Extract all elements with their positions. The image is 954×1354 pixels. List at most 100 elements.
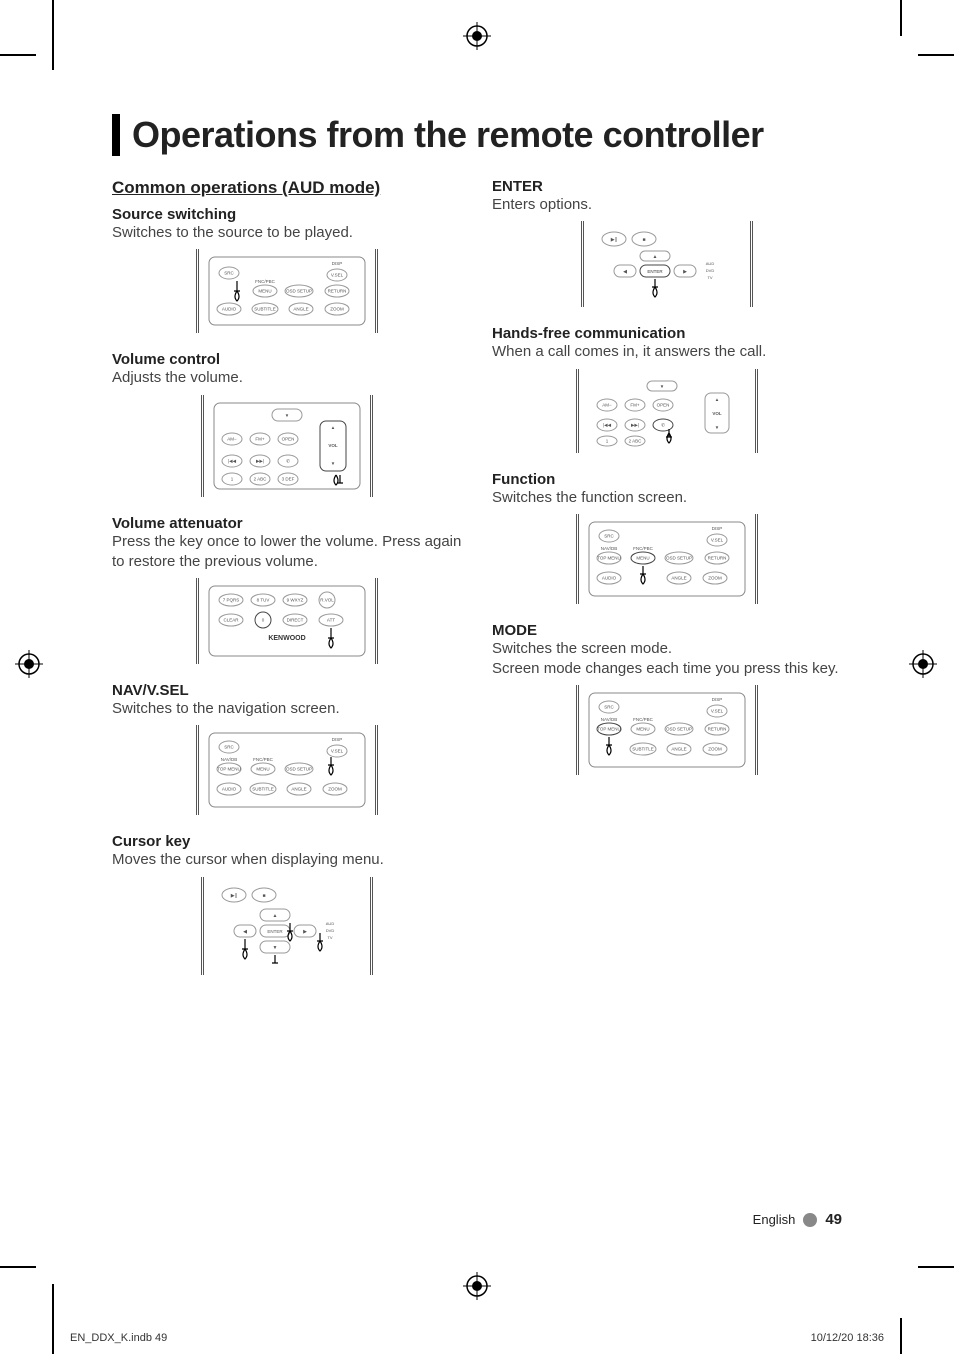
svg-text:OSD SETUP: OSD SETUP <box>286 767 312 772</box>
svg-text:OSD SETUP: OSD SETUP <box>286 289 312 294</box>
svg-text:SUBTITLE: SUBTITLE <box>632 747 654 752</box>
crop-mark <box>900 0 902 36</box>
svg-text:DISP: DISP <box>332 737 343 742</box>
svg-text:MENU: MENU <box>636 555 649 560</box>
item-desc: Switches to the navigation screen. <box>112 699 462 719</box>
svg-text:|◀◀: |◀◀ <box>603 422 612 427</box>
svg-text:ZOOM: ZOOM <box>708 747 722 752</box>
remote-figure-att: 7 PQRS 8 TUV 9 WXYZ R.VOL CLEAR 0 DIRECT… <box>196 578 378 664</box>
right-column: ENTER Enters options. ▶|| ■ ▲ ◀ ENTER ▶ … <box>492 178 842 993</box>
footer-lang: English <box>753 1212 796 1227</box>
remote-figure-handsfree: ▼ AM− FM+ OPEN ▲VOL▼ |◀◀ ▶▶| ✆ 1 2 ABC <box>576 369 758 453</box>
svg-text:DIRECT: DIRECT <box>287 618 304 623</box>
svg-text:ATT: ATT <box>327 618 335 623</box>
svg-text:▲: ▲ <box>273 913 278 919</box>
svg-text:▼: ▼ <box>331 461 335 466</box>
svg-text:MENU: MENU <box>258 289 271 294</box>
svg-text:2 ABC: 2 ABC <box>629 438 643 443</box>
item-title-function: Function <box>492 471 842 488</box>
registration-mark-top <box>463 22 491 50</box>
item-desc: Switches the screen mode. Screen mode ch… <box>492 639 842 680</box>
svg-text:V.SEL: V.SEL <box>331 273 344 278</box>
svg-text:SUBTITLE: SUBTITLE <box>252 787 274 792</box>
page-footer: English 49 <box>753 1211 842 1228</box>
item-title-volume-control: Volume control <box>112 351 462 368</box>
svg-text:■: ■ <box>642 237 645 243</box>
crop-mark <box>0 1266 36 1268</box>
remote-figure-function: SRC DISP V.SEL NAV/DBFNC/PBC TOP MENU ME… <box>576 514 758 604</box>
svg-text:SRC: SRC <box>224 745 234 750</box>
svg-text:MENU: MENU <box>256 767 269 772</box>
svg-text:V.SEL: V.SEL <box>331 749 344 754</box>
svg-text:SUBTITLE: SUBTITLE <box>254 307 276 312</box>
page-title: Operations from the remote controller <box>132 114 842 156</box>
svg-text:8 TUV: 8 TUV <box>257 598 270 603</box>
svg-text:|◀◀: |◀◀ <box>228 458 237 463</box>
pointer-hand-icon <box>652 279 658 297</box>
svg-text:AUDIO: AUDIO <box>222 787 237 792</box>
item-title-mode: MODE <box>492 622 842 639</box>
svg-text:NAV/DB: NAV/DB <box>221 757 237 762</box>
svg-text:ZOOM: ZOOM <box>708 575 722 580</box>
remote-figure-src: SRC DISP V.SEL FNC/PBC MENU OSD SETUP RE… <box>196 249 378 333</box>
svg-text:SRC: SRC <box>604 533 614 538</box>
svg-text:AUDIO: AUDIO <box>222 307 237 312</box>
svg-text:V.SEL: V.SEL <box>711 709 724 714</box>
svg-text:NAV/DB: NAV/DB <box>601 717 617 722</box>
print-timestamp: 10/12/20 18:36 <box>811 1332 884 1344</box>
svg-text:VOL: VOL <box>712 411 722 416</box>
svg-text:DISP: DISP <box>332 261 343 266</box>
svg-text:FM+: FM+ <box>255 436 264 441</box>
crop-mark <box>918 54 954 56</box>
item-title-volume-attenuator: Volume attenuator <box>112 515 462 532</box>
svg-text:■: ■ <box>262 893 265 899</box>
svg-text:SRC: SRC <box>224 271 234 276</box>
svg-text:FM+: FM+ <box>630 402 639 407</box>
svg-text:FNC/PBC: FNC/PBC <box>253 757 274 762</box>
remote-figure-enter: ▶|| ■ ▲ ◀ ENTER ▶ AUDDVDTV <box>581 221 753 307</box>
svg-text:▶: ▶ <box>303 929 307 935</box>
svg-text:RETURN: RETURN <box>708 555 727 560</box>
remote-figure-cursor: ▶|| ■ ▲ ◀ ENTER ▶ ▼ AUDDVDTV <box>201 877 373 975</box>
item-desc: Switches the function screen. <box>492 488 842 508</box>
section-heading-common-ops: Common operations (AUD mode) <box>112 178 462 198</box>
svg-text:1: 1 <box>606 438 609 443</box>
svg-text:FNC/PBC: FNC/PBC <box>633 546 654 551</box>
svg-text:SRC: SRC <box>604 705 614 710</box>
print-file: EN_DDX_K.indb 49 <box>70 1332 167 1344</box>
item-title-nav-vsel: NAV/V.SEL <box>112 682 462 699</box>
svg-text:AUDIO: AUDIO <box>602 575 617 580</box>
svg-text:ANGLE: ANGLE <box>671 575 686 580</box>
svg-text:RETURN: RETURN <box>708 727 727 732</box>
svg-text:AM−: AM− <box>227 436 237 441</box>
svg-text:▼: ▼ <box>715 425 719 430</box>
svg-text:▼: ▼ <box>660 384 664 389</box>
crop-mark <box>0 54 36 56</box>
svg-text:◀: ◀ <box>243 929 247 935</box>
svg-text:ZOOM: ZOOM <box>330 307 344 312</box>
svg-text:RETURN: RETURN <box>328 289 347 294</box>
crop-mark <box>918 1266 954 1268</box>
svg-text:MENU: MENU <box>636 727 649 732</box>
item-title-hands-free: Hands-free communication <box>492 325 842 342</box>
svg-text:AM−: AM− <box>602 402 612 407</box>
svg-text:▲: ▲ <box>331 425 335 430</box>
item-desc: Moves the cursor when displaying menu. <box>112 850 462 870</box>
remote-figure-vol: ▼ AM− FM+ OPEN ▲VOL▼ |◀◀ ▶▶| ✆ 1 2 ABC 3… <box>201 395 373 497</box>
svg-text:▶||: ▶|| <box>231 893 237 899</box>
svg-text:DVD: DVD <box>326 928 335 933</box>
svg-text:3 DEF: 3 DEF <box>282 476 295 481</box>
svg-text:ZOOM: ZOOM <box>328 787 342 792</box>
item-title-cursor-key: Cursor key <box>112 833 462 850</box>
svg-text:ANGLE: ANGLE <box>291 787 306 792</box>
svg-text:FNC/PBC: FNC/PBC <box>255 279 276 284</box>
svg-text:KENWOOD: KENWOOD <box>268 635 305 642</box>
svg-text:OPEN: OPEN <box>282 436 295 441</box>
page: Operations from the remote controller Co… <box>52 54 902 1268</box>
registration-mark-left <box>15 650 43 678</box>
pointer-hand-icon <box>666 429 672 443</box>
item-desc: When a call comes in, it answers the cal… <box>492 342 842 362</box>
svg-text:R.VOL: R.VOL <box>320 598 334 603</box>
svg-text:▶: ▶ <box>683 269 687 275</box>
print-job-line: EN_DDX_K.indb 49 10/12/20 18:36 <box>0 1332 954 1344</box>
